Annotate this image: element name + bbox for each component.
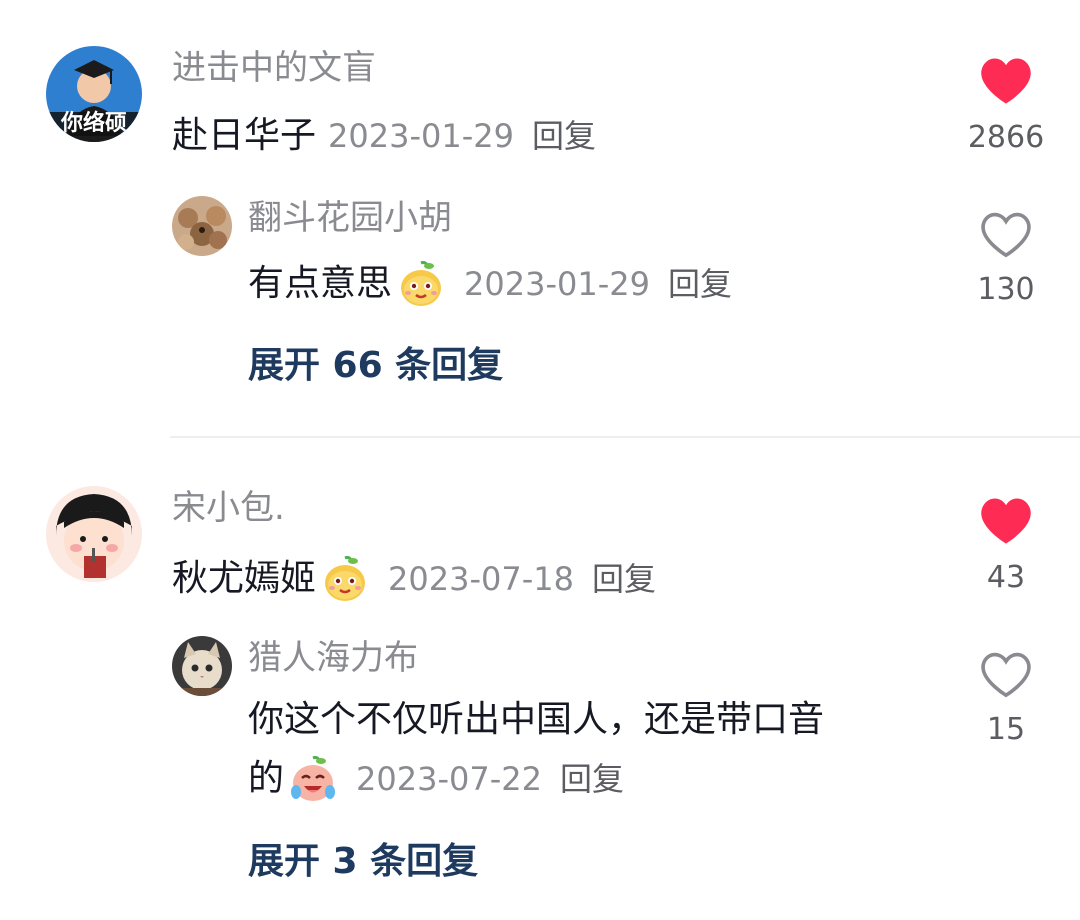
comment-text: 赴日华子 [172, 115, 317, 156]
avatar[interactable] [172, 636, 232, 696]
like-count: 43 [986, 560, 1026, 595]
avatar-text: 你络硕 [60, 111, 127, 136]
comment-text: 秋尤嫣姬 [172, 558, 317, 599]
avatar[interactable] [172, 196, 232, 256]
like-count: 15 [986, 712, 1026, 747]
heart-filled-icon[interactable] [979, 56, 1033, 106]
divider [170, 436, 1080, 438]
comment-username[interactable]: 宋小包. [172, 488, 285, 528]
like-button[interactable]: 15 [961, 650, 1051, 748]
reply-text-continued: 的 [248, 758, 285, 799]
reply-button[interactable]: 回复 [560, 757, 624, 801]
avatar[interactable] [46, 486, 142, 582]
laugh-cry-emoji-icon [288, 754, 338, 804]
like-count: 130 [977, 272, 1035, 307]
comment-date: 2023-07-18 [388, 560, 574, 598]
comment-date: 2023-01-29 [328, 117, 514, 155]
like-button[interactable]: 2866 [961, 56, 1051, 156]
smirk-emoji-icon [396, 259, 446, 309]
smirk-emoji-icon [320, 554, 370, 604]
reply-username[interactable]: 翻斗花园小胡 [248, 198, 452, 238]
reply-content: 有点意思 2023-01-29 回复 [248, 259, 732, 309]
reply-date: 2023-01-29 [464, 265, 650, 303]
reply-content-line1: 你这个不仅听出中国人，还是带口音 [248, 698, 824, 742]
avatar[interactable]: 你络硕 [46, 46, 142, 142]
heart-filled-icon[interactable] [979, 496, 1033, 546]
comment-username[interactable]: 进击中的文盲 [172, 48, 376, 88]
like-button[interactable]: 43 [961, 496, 1051, 596]
reply-date: 2023-07-22 [356, 760, 542, 798]
reply-button[interactable]: 回复 [592, 557, 656, 601]
reply-text: 有点意思 [248, 263, 393, 304]
reply-content-line2: 的 2023-07-22 回复 [248, 754, 624, 804]
like-count: 2866 [967, 120, 1045, 155]
reply-button[interactable]: 回复 [668, 262, 732, 306]
expand-replies-button[interactable]: 展开 66 条回复 [248, 344, 503, 388]
reply-username[interactable]: 猎人海力布 [248, 638, 418, 678]
like-button[interactable]: 130 [961, 210, 1051, 308]
comment-content: 赴日华子 2023-01-29 回复 [172, 114, 596, 158]
heart-outline-icon[interactable] [979, 650, 1033, 700]
heart-outline-icon[interactable] [979, 210, 1033, 260]
expand-replies-button[interactable]: 展开 3 条回复 [248, 840, 478, 884]
reply-button[interactable]: 回复 [532, 114, 596, 158]
reply-text: 你这个不仅听出中国人，还是带口音 [248, 699, 825, 740]
comment-content: 秋尤嫣姬 2023-07-18 回复 [172, 554, 656, 604]
